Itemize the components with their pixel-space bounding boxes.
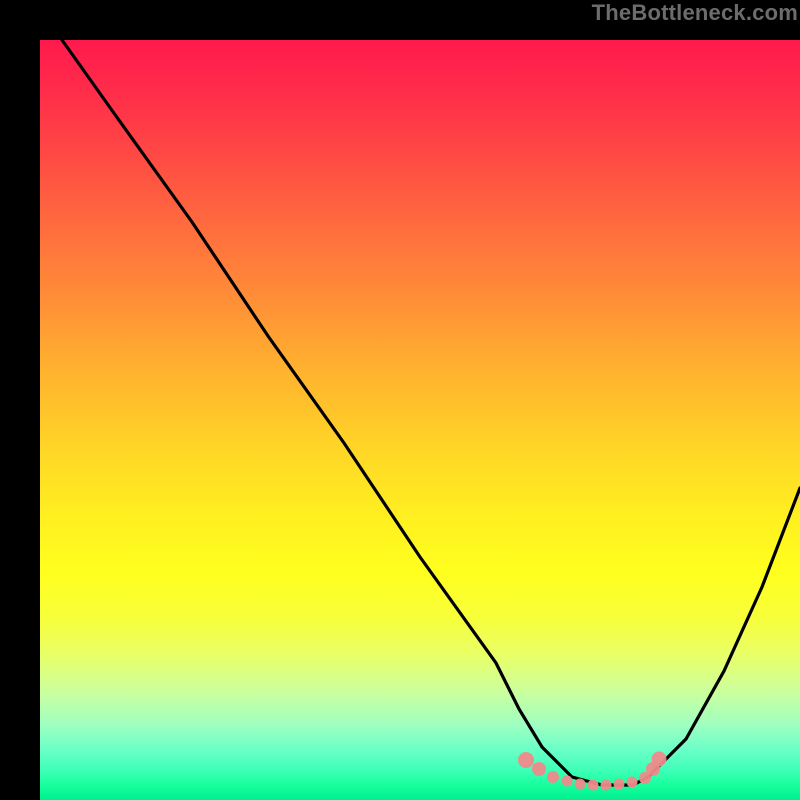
- plot-area: [40, 40, 800, 800]
- watermark-label: TheBottleneck.com: [592, 0, 798, 26]
- curve-svg: [40, 40, 800, 800]
- chart-frame: [20, 20, 780, 780]
- bottleneck-curve-path: [62, 40, 800, 785]
- optimal-band-dots: [518, 752, 667, 791]
